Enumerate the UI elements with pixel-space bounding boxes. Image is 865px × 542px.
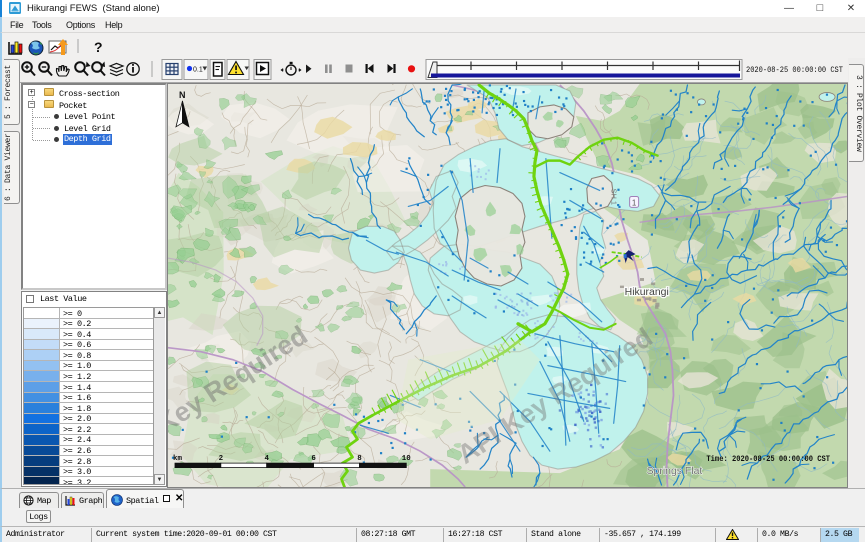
- svg-text:Hikurangi: Hikurangi: [625, 287, 669, 298]
- svg-text:2020-08-25 00:00:00 CST: 2020-08-25 00:00:00 CST: [746, 66, 843, 75]
- svg-text:Springs Flat: Springs Flat: [647, 466, 703, 477]
- svg-text:?: ?: [94, 39, 103, 55]
- svg-text:km: km: [173, 455, 182, 463]
- svg-text:Time: 2020-08-25 00:00:00 CST: Time: 2020-08-25 00:00:00 CST: [706, 454, 830, 464]
- svg-text:8: 8: [357, 455, 362, 463]
- svg-text:1: 1: [632, 198, 637, 207]
- svg-text:6: 6: [311, 455, 316, 463]
- svg-text:SH 1: SH 1: [610, 188, 619, 205]
- svg-text:0.1: 0.1: [193, 67, 203, 74]
- svg-text:10: 10: [402, 455, 411, 463]
- svg-text:N: N: [179, 90, 185, 100]
- svg-text:4: 4: [264, 455, 269, 463]
- svg-text:2: 2: [219, 455, 224, 463]
